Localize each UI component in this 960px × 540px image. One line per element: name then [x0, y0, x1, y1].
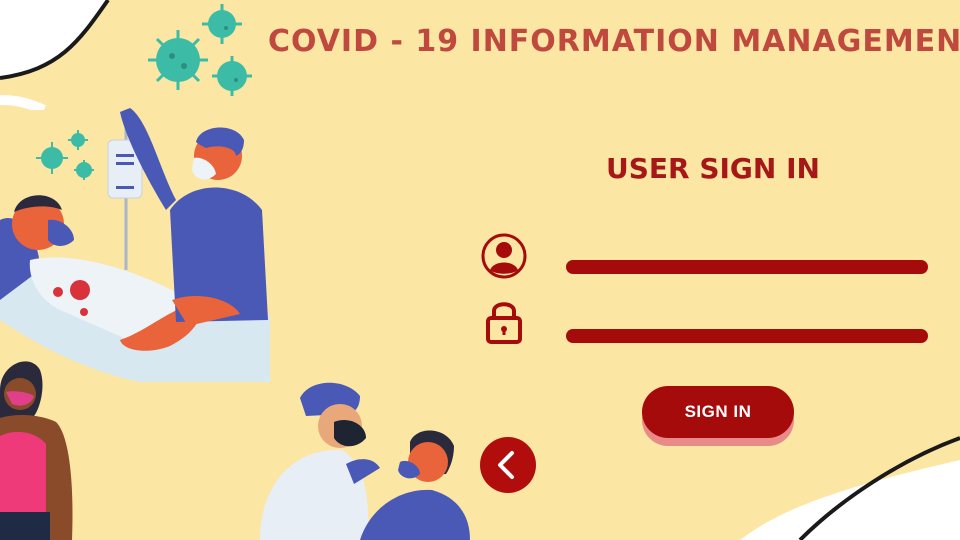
app-title: COVID - 19 INFORMATION MANAGEMENT [268, 24, 960, 59]
username-field[interactable] [566, 260, 928, 274]
swab-test-illustration [260, 382, 470, 540]
back-button[interactable] [480, 437, 536, 493]
virus-cluster-illustration [148, 4, 252, 96]
top-left-wave-decoration [0, 0, 110, 110]
lock-icon [486, 302, 522, 344]
chevron-left-icon [498, 451, 514, 479]
masked-woman-illustration [0, 361, 73, 540]
patient-doctor-illustration [0, 108, 270, 382]
user-circle-icon [481, 233, 527, 279]
signin-heading: USER SIGN IN [606, 152, 820, 185]
password-field[interactable] [566, 329, 928, 343]
bottom-right-wave-decoration [740, 436, 960, 540]
sign-in-button[interactable]: SIGN IN [642, 386, 794, 438]
